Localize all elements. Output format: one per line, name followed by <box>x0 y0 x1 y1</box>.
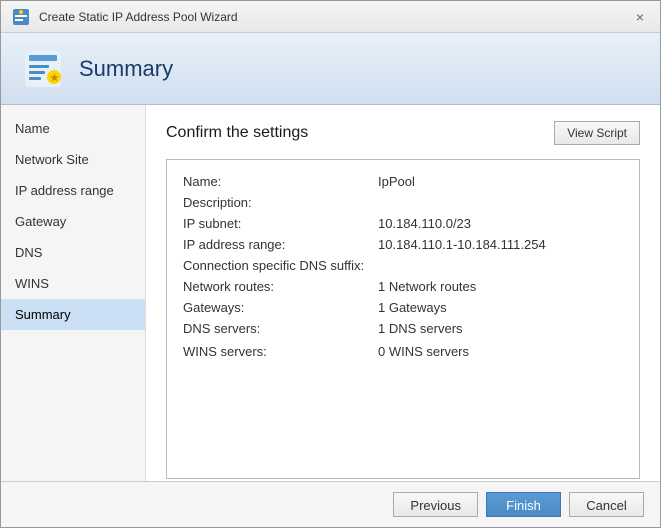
sidebar-item-summary[interactable]: Summary <box>1 299 145 330</box>
wizard-window: Create Static IP Address Pool Wizard × ★… <box>0 0 661 528</box>
label-wins-servers: WINS servers: <box>183 344 378 359</box>
title-bar-icon <box>11 7 31 27</box>
main-title: Confirm the settings <box>166 124 308 142</box>
summary-row-ip-subnet: IP subnet: 10.184.110.0/23 <box>183 216 623 231</box>
svg-text:★: ★ <box>50 73 59 84</box>
view-script-button[interactable]: View Script <box>554 121 640 145</box>
wizard-icon: ★ <box>21 47 65 91</box>
label-gateways: Gateways: <box>183 300 378 315</box>
summary-row-name: Name: IpPool <box>183 174 623 189</box>
summary-row-wins-servers: WINS servers: 0 WINS servers <box>183 344 623 359</box>
label-description: Description: <box>183 195 378 210</box>
previous-button[interactable]: Previous <box>393 492 478 517</box>
summary-row-dns-suffix: Connection specific DNS suffix: <box>183 258 623 273</box>
finish-button[interactable]: Finish <box>486 492 561 517</box>
summary-row-gateways: Gateways: 1 Gateways <box>183 300 623 315</box>
title-bar-title: Create Static IP Address Pool Wizard <box>39 10 238 24</box>
value-wins-servers: 0 WINS servers <box>378 344 469 359</box>
footer: Previous Finish Cancel <box>1 481 660 527</box>
content-area: Name Network Site IP address range Gatew… <box>1 105 660 481</box>
sidebar: Name Network Site IP address range Gatew… <box>1 105 146 481</box>
label-ip-subnet: IP subnet: <box>183 216 378 231</box>
label-network-routes: Network routes: <box>183 279 378 294</box>
label-ip-range: IP address range: <box>183 237 378 252</box>
summary-row-dns-servers: DNS servers: 1 DNS servers <box>183 321 623 336</box>
sidebar-item-dns[interactable]: DNS <box>1 237 145 268</box>
label-name: Name: <box>183 174 378 189</box>
label-dns-servers: DNS servers: <box>183 321 378 336</box>
summary-row-description: Description: <box>183 195 623 210</box>
summary-row-network-routes: Network routes: 1 Network routes <box>183 279 623 294</box>
main-panel: Confirm the settings View Script Name: I… <box>146 105 660 481</box>
summary-row-ip-range: IP address range: 10.184.110.1-10.184.11… <box>183 237 623 252</box>
summary-box: Name: IpPool Description: IP subnet: 10.… <box>166 159 640 479</box>
sidebar-item-name[interactable]: Name <box>1 113 145 144</box>
header-banner: ★ Summary <box>1 33 660 105</box>
value-network-routes: 1 Network routes <box>378 279 476 294</box>
value-name: IpPool <box>378 174 415 189</box>
header-title: Summary <box>79 56 173 82</box>
label-dns-suffix: Connection specific DNS suffix: <box>183 258 378 273</box>
title-bar: Create Static IP Address Pool Wizard × <box>1 1 660 33</box>
sidebar-item-wins[interactable]: WINS <box>1 268 145 299</box>
sidebar-item-network-site[interactable]: Network Site <box>1 144 145 175</box>
value-ip-range: 10.184.110.1-10.184.111.254 <box>378 237 546 252</box>
value-gateways: 1 Gateways <box>378 300 447 315</box>
sidebar-item-gateway[interactable]: Gateway <box>1 206 145 237</box>
cancel-button[interactable]: Cancel <box>569 492 644 517</box>
main-header: Confirm the settings View Script <box>166 121 640 145</box>
value-dns-servers: 1 DNS servers <box>378 321 463 336</box>
sidebar-item-ip-address-range[interactable]: IP address range <box>1 175 145 206</box>
close-button[interactable]: × <box>630 7 650 27</box>
value-ip-subnet: 10.184.110.0/23 <box>378 216 471 231</box>
